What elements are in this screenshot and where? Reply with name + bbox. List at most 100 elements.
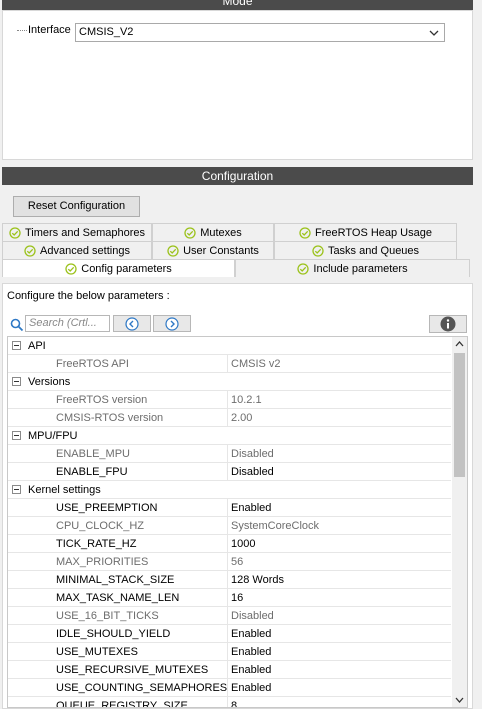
parameter-name: USE_16_BIT_TICKS — [56, 610, 159, 622]
group-row[interactable]: Kernel settings — [8, 481, 451, 499]
parameter-name: IDLE_SHOULD_YIELD — [56, 628, 171, 640]
parameter-row[interactable]: USE_MUTEXES Enabled — [8, 643, 451, 661]
parameter-row[interactable]: CMSIS-RTOS version 2.00 — [8, 409, 451, 427]
parameter-name: USE_MUTEXES — [56, 646, 138, 658]
parameter-value[interactable]: Enabled — [231, 661, 271, 679]
parameter-row[interactable]: USE_COUNTING_SEMAPHORES Enabled — [8, 679, 451, 697]
parameter-name: QUEUE_REGISTRY_SIZE — [56, 700, 188, 708]
check-circle-icon — [297, 262, 310, 275]
parameter-row[interactable]: MAX_TASK_NAME_LEN 16 — [8, 589, 451, 607]
column-divider — [227, 535, 228, 553]
parameter-row[interactable]: IDLE_SHOULD_YIELD Enabled — [8, 625, 451, 643]
parameter-row[interactable]: ENABLE_FPU Disabled — [8, 463, 451, 481]
parameter-value[interactable]: 1000 — [231, 535, 255, 553]
parameter-row[interactable]: CPU_CLOCK_HZ SystemCoreClock — [8, 517, 451, 535]
check-circle-icon — [299, 226, 311, 239]
column-divider — [227, 679, 228, 697]
search-input[interactable]: Search (Crtl... — [25, 315, 110, 332]
column-divider — [227, 607, 228, 625]
scroll-down-button[interactable] — [452, 693, 467, 707]
chevron-down-icon — [429, 30, 439, 36]
parameter-row[interactable]: QUEUE_REGISTRY_SIZE 8 — [8, 697, 451, 708]
parameter-row[interactable]: USE_PREEMPTION Enabled — [8, 499, 451, 517]
check-circle-icon — [167, 244, 179, 257]
parameter-value[interactable]: 128 Words — [231, 571, 284, 589]
column-divider — [227, 499, 228, 517]
mode-title: Mode — [222, 0, 253, 8]
arrow-right-icon — [165, 316, 179, 331]
group-row[interactable]: API — [8, 337, 451, 355]
parameter-name: TICK_RATE_HZ — [56, 538, 137, 550]
parameter-row[interactable]: ENABLE_MPU Disabled — [8, 445, 451, 463]
tab-user-constants[interactable]: User Constants — [152, 241, 274, 259]
collapse-icon[interactable] — [12, 485, 21, 494]
parameter-value: 56 — [231, 556, 244, 568]
parameter-row[interactable]: USE_16_BIT_TICKS Disabled — [8, 607, 451, 625]
parameter-value[interactable]: Enabled — [231, 643, 271, 661]
next-match-button[interactable] — [153, 315, 191, 332]
check-circle-icon — [312, 244, 324, 257]
parameter-value[interactable]: Enabled — [231, 499, 271, 517]
tab-timers-and-semaphores[interactable]: Timers and Semaphores — [2, 223, 152, 241]
group-name: Versions — [28, 376, 71, 388]
info-button[interactable] — [429, 315, 467, 333]
parameter-row[interactable]: MAX_PRIORITIES 56 — [8, 553, 451, 571]
parameter-value: Disabled — [231, 610, 274, 622]
column-divider — [227, 697, 228, 707]
parameter-name: MINIMAL_STACK_SIZE — [56, 574, 175, 586]
tab-config-parameters[interactable]: Config parameters — [2, 259, 235, 277]
check-circle-icon — [184, 226, 196, 239]
reset-configuration-button[interactable]: Reset Configuration — [13, 196, 140, 217]
parameter-name: USE_RECURSIVE_MUTEXES — [56, 664, 209, 676]
group-row[interactable]: MPU/FPU — [8, 427, 451, 445]
mode-panel: Interface CMSIS_V2 — [2, 10, 473, 160]
collapse-icon[interactable] — [12, 377, 21, 386]
parameter-value[interactable]: Enabled — [231, 679, 271, 697]
tab-label: Config parameters — [81, 262, 172, 275]
collapse-icon[interactable] — [12, 341, 21, 350]
tab-label: User Constants — [183, 244, 259, 257]
interface-select[interactable]: CMSIS_V2 — [75, 23, 445, 42]
parameter-row[interactable]: FreeRTOS version 10.2.1 — [8, 391, 451, 409]
tab-label: Timers and Semaphores — [24, 226, 146, 239]
tab-label: FreeRTOS Heap Usage — [315, 226, 432, 239]
parameter-row[interactable]: FreeRTOS API CMSIS v2 — [8, 355, 451, 373]
mode-header: Mode — [2, 0, 473, 10]
parameter-name: FreeRTOS version — [56, 394, 148, 406]
parameter-value[interactable]: 8 — [231, 697, 237, 707]
parameter-row[interactable]: TICK_RATE_HZ 1000 — [8, 535, 451, 553]
parameter-row[interactable]: MINIMAL_STACK_SIZE 128 Words — [8, 571, 451, 589]
column-divider — [227, 553, 228, 571]
parameter-name: USE_PREEMPTION — [56, 502, 158, 514]
scroll-up-button[interactable] — [452, 337, 467, 351]
chevron-up-icon — [455, 341, 464, 347]
column-divider — [227, 445, 228, 463]
parameter-value[interactable]: 16 — [231, 589, 243, 607]
parameter-name: MAX_TASK_NAME_LEN — [56, 592, 180, 604]
tab-tasks-and-queues[interactable]: Tasks and Queues — [274, 241, 457, 259]
tab-freertos-heap-usage[interactable]: FreeRTOS Heap Usage — [274, 223, 457, 241]
parameter-value[interactable]: Enabled — [231, 625, 271, 643]
parameter-name: ENABLE_FPU — [56, 466, 128, 478]
vertical-scrollbar[interactable] — [452, 337, 467, 707]
parameter-name: CMSIS-RTOS version — [56, 412, 164, 424]
tab-advanced-settings[interactable]: Advanced settings — [2, 241, 152, 259]
parameter-value[interactable]: Disabled — [231, 463, 274, 481]
column-divider — [227, 355, 228, 373]
parameter-name: MAX_PRIORITIES — [56, 556, 149, 568]
tab-label: Include parameters — [313, 262, 408, 275]
check-circle-icon — [65, 262, 77, 275]
column-divider — [227, 625, 228, 643]
group-row[interactable]: Versions — [8, 373, 451, 391]
tab-label: Tasks and Queues — [327, 244, 420, 257]
previous-match-button[interactable] — [113, 315, 151, 332]
scroll-thumb[interactable] — [454, 353, 465, 477]
parameter-row[interactable]: USE_RECURSIVE_MUTEXES Enabled — [8, 661, 451, 679]
tab-mutexes[interactable]: Mutexes — [152, 223, 274, 241]
collapse-icon[interactable] — [12, 431, 21, 440]
tab-include-parameters[interactable]: Include parameters — [235, 259, 470, 277]
parameter-name: USE_COUNTING_SEMAPHORES — [56, 682, 228, 694]
configure-label: Configure the below parameters : — [7, 290, 170, 302]
interface-value: CMSIS_V2 — [79, 26, 134, 38]
chevron-down-icon — [455, 697, 464, 703]
